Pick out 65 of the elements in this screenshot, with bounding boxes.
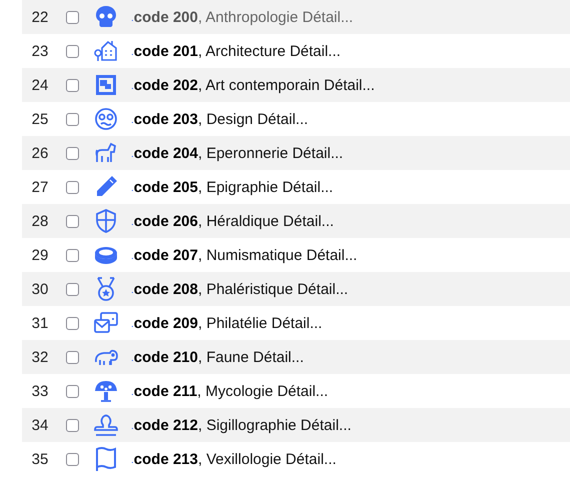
checkbox[interactable] [66,44,79,58]
marker: . [131,183,134,194]
item-label: code 201, Architecture Détail... [134,42,341,60]
checkbox[interactable] [66,214,79,228]
item-label: code 209, Philatélie Détail... [134,314,322,332]
item-label: code 205, Epigraphie Détail... [134,178,334,196]
marker: . [131,421,134,432]
stamp-icon [93,412,119,438]
checkbox[interactable] [66,350,79,364]
marker: . [131,149,134,160]
envelope-icon [93,310,119,336]
row-number: 33 [30,382,50,400]
marker: . [131,319,134,330]
checkbox[interactable] [66,418,79,432]
dizzy-face-icon [93,106,119,132]
row-number: 22 [30,8,50,26]
checkbox[interactable] [66,112,79,126]
checkbox[interactable] [66,146,79,160]
row-number: 27 [30,178,50,196]
marker: . [131,47,134,58]
row-number: 25 [30,110,50,128]
row-number: 31 [30,314,50,332]
row-number: 26 [30,144,50,162]
mushroom-icon [93,378,119,404]
item-label: code 204, Eperonnerie Détail... [134,144,344,162]
skull-icon [93,4,119,30]
marker: . [131,13,134,24]
checkbox[interactable] [66,78,79,92]
checkbox[interactable] [66,248,79,262]
item-label: code 210, Faune Détail... [134,348,304,366]
item-label: code 211, Mycologie Détail... [134,382,328,400]
item-label: code 202, Art contemporain Détail... [134,76,375,94]
marker: . [131,81,134,92]
marker: . [131,387,134,398]
row-number: 28 [30,212,50,230]
item-label: code 208, Phaléristique Détail... [134,280,348,298]
row-number: 29 [30,246,50,264]
flag-icon [93,446,119,472]
house-icon [93,38,119,64]
checkbox[interactable] [66,316,79,330]
item-label: code 203, Design Détail... [134,110,308,128]
marker: . [131,455,134,466]
row-number: 35 [30,450,50,468]
checkbox[interactable] [66,180,79,194]
marker: . [131,285,134,296]
item-label: code 212, Sigillographie Détail... [134,416,352,434]
checkbox[interactable] [66,10,79,24]
item-label: code 206, Héraldique Détail... [134,212,334,230]
marker: . [131,115,134,126]
item-label: code 213, Vexillologie Détail... [134,450,336,468]
row-number: 32 [30,348,50,366]
checkbox[interactable] [66,282,79,296]
picture-frame-icon [93,72,119,98]
marker: . [131,251,134,262]
checkbox[interactable] [66,452,79,466]
row-number: 30 [30,280,50,298]
checkbox[interactable] [66,384,79,398]
row-number: 23 [30,42,50,60]
marker: . [131,217,134,228]
shield-icon [93,208,119,234]
row-number: 24 [30,76,50,94]
marker: . [131,353,134,364]
item-label: code 200, Anthropologie Détail... [134,8,354,26]
item-label: code 207, Numismatique Détail... [134,246,358,264]
row-number: 34 [30,416,50,434]
